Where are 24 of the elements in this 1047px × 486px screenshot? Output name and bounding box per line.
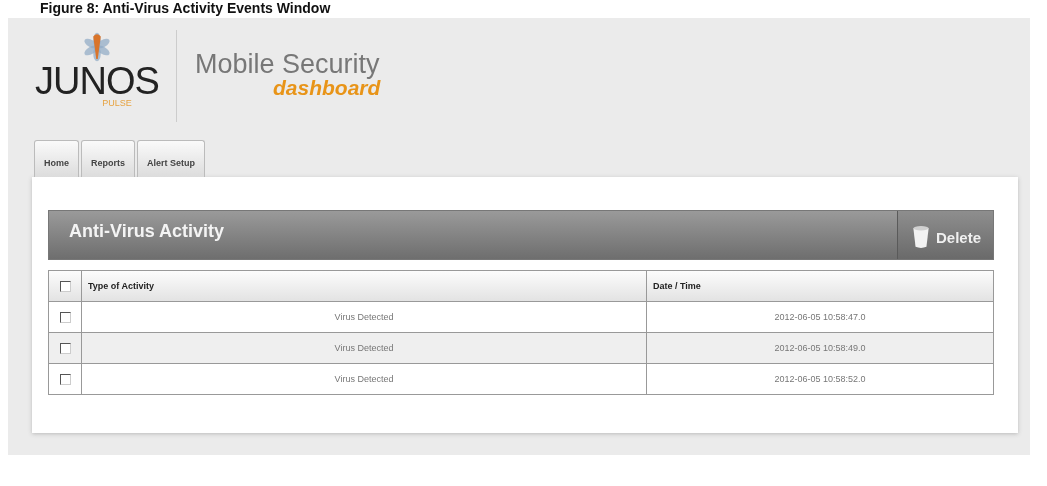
column-header[interactable]: Type of Activity bbox=[81, 270, 647, 302]
table-cell: Virus Detected bbox=[81, 301, 647, 333]
figure-caption: Figure 8: Anti-Virus Activity Events Window bbox=[39, 0, 332, 16]
table-cell: 2012-06-05 10:58:47.0 bbox=[646, 301, 994, 333]
table-cell: Virus Detected bbox=[81, 363, 647, 395]
logo-wordmark: JUNOS bbox=[35, 64, 159, 98]
app-title: Mobile Security bbox=[195, 50, 381, 78]
checkbox[interactable] bbox=[59, 373, 71, 385]
table-cell: Virus Detected bbox=[81, 332, 647, 364]
delete-button[interactable]: Delete bbox=[896, 211, 993, 259]
checkbox[interactable] bbox=[59, 342, 71, 354]
tab[interactable]: Alert Setup bbox=[137, 140, 206, 177]
checkbox[interactable] bbox=[59, 311, 71, 323]
section-title: Anti-Virus Activity bbox=[68, 220, 225, 243]
column-header[interactable]: Date / Time bbox=[646, 270, 994, 302]
table-cell: 2012-06-05 10:58:52.0 bbox=[646, 363, 994, 395]
trash-can-icon bbox=[911, 225, 930, 249]
tab[interactable]: Home bbox=[34, 140, 79, 177]
table-cell: 2012-06-05 10:58:49.0 bbox=[646, 332, 994, 364]
flower-icon bbox=[82, 30, 112, 64]
app-subtitle: dashboard bbox=[273, 78, 381, 98]
tab[interactable]: Reports bbox=[81, 140, 136, 177]
checkbox[interactable] bbox=[59, 280, 71, 292]
logo-tagline: PULSE bbox=[102, 98, 132, 108]
